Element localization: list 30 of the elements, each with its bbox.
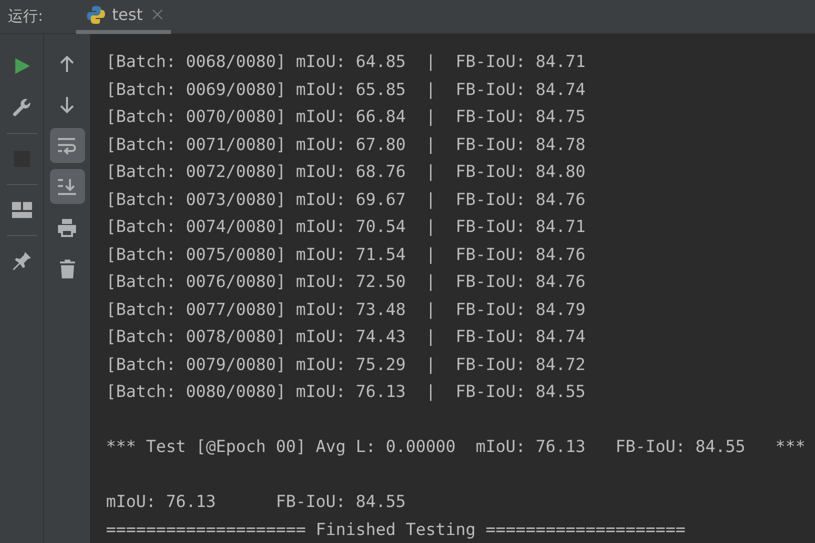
down-arrow-icon [59,96,75,114]
layout-icon [12,202,32,218]
console-line: [Batch: 0079/0080] mIoU: 75.29 | FB-IoU: 84.72 [106,354,586,376]
console-line: [Batch: 0078/0080] mIoU: 74.43 | FB-IoU: 84.74 [106,326,586,348]
console-line: [Batch: 0068/0080] mIoU: 64.85 | FB-IoU: 84.71 [106,51,586,73]
console-line: [Batch: 0076/0080] mIoU: 72.50 | FB-IoU: 84.76 [106,271,586,293]
play-icon [12,57,30,75]
wrench-icon [12,98,32,118]
console-line: [Batch: 0073/0080] mIoU: 69.67 | FB-IoU: 84.76 [106,188,586,211]
pin-icon [12,251,32,271]
console-line: [Batch: 0075/0080] mIoU: 71.54 | FB-IoU: 84.76 [106,244,586,266]
scroll-to-end-icon [57,178,77,196]
scroll-end-button[interactable] [50,169,84,204]
console-line: [Batch: 0080/0080] mIoU: 76.13 | FB-IoU: 84.55 [106,381,586,403]
console-line: [Batch: 0069/0080] mIoU: 65.85 | FB-IoU: 84.74 [106,78,586,101]
console-line: mIoU: 76.13 FB-IoU: 84.55 [106,491,406,513]
run-label: 运行: [8,7,44,26]
python-logo-icon [86,4,106,24]
console-line: [Batch: 0077/0080] mIoU: 73.48 | FB-IoU: 84.79 [106,298,586,321]
console-line: [Batch: 0074/0080] mIoU: 70.54 | FB-IoU: 84.71 [106,216,586,238]
printer-icon [57,218,77,238]
console-line: [Batch: 0072/0080] mIoU: 68.76 | FB-IoU: 84.80 [106,161,586,183]
wrap-button[interactable] [50,128,84,163]
console-line: [Batch: 0070/0080] mIoU: 66.84 | FB-IoU: 84.75 [106,106,586,128]
console-line: [Batch: 0071/0080] mIoU: 67.80 | FB-IoU: 84.78 [106,134,586,156]
console-line: *** Test [@Epoch 00] Avg L: 0.00000 mIoU: 76.13 FB-IoU: 84.55 *** [106,436,806,458]
console-line: ==================== Finished Testing ==================== [106,518,686,541]
up-arrow-icon [59,54,75,72]
trash-icon [60,258,74,278]
soft-wrap-icon [57,136,77,154]
